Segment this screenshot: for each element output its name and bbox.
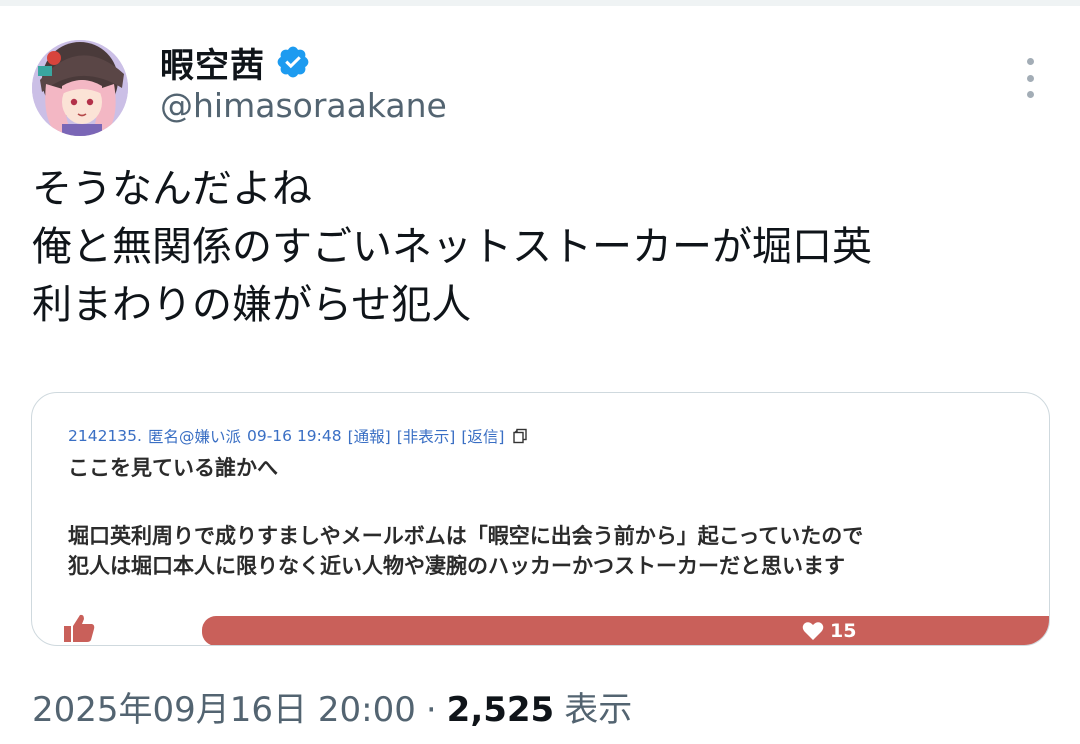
avatar[interactable] xyxy=(32,40,128,136)
post-line-blank xyxy=(68,483,863,521)
post-line: 犯人は堀口本人に限りなく近い人物や凄腕のハッカーかつストーカーだと思います xyxy=(68,554,845,578)
more-dot xyxy=(1026,74,1034,82)
attached-image-card[interactable]: 2142135. 匿名@嫌い派 09-16 19:48 [通報] [非表示] [… xyxy=(31,392,1050,646)
post-id: 2142135. xyxy=(68,427,142,445)
post-line: ここを見ている誰かへ xyxy=(68,456,278,480)
post-body: ここを見ている誰かへ 堀口英利周りで成りすましやメールボムは「暇空に出会う前から… xyxy=(68,453,863,581)
report-link[interactable]: [通報] xyxy=(348,425,391,447)
display-name-text[interactable]: 暇空茜 xyxy=(160,38,265,87)
tweet-line: そうなんだよね xyxy=(32,166,312,212)
more-dot xyxy=(1026,91,1034,98)
thumbs-up-icon[interactable] xyxy=(62,612,96,644)
verified-badge-icon xyxy=(277,46,309,78)
like-rating-bar: 15 xyxy=(202,616,1049,645)
user-handle[interactable]: @himasoraakane xyxy=(160,86,447,125)
tweet-line: 俺と無関係のすごいネットストーカーが堀口英 xyxy=(32,224,872,270)
heart-count-value: 15 xyxy=(830,620,857,642)
post-author: 匿名@嫌い派 xyxy=(147,428,241,446)
tweet-line: 利まわりの嫌がらせ犯人 xyxy=(32,282,472,328)
post-meta: 2142135. 匿名@嫌い派 09-16 19:48 [通報] [非表示] [… xyxy=(68,425,528,447)
top-divider xyxy=(0,0,1080,6)
heart-icon xyxy=(802,622,824,640)
tweet-detail: 暇空茜 @himasoraakane そうなんだよね 俺と無関係のすごいネットス… xyxy=(0,0,1080,744)
tweet-text: そうなんだよね 俺と無関係のすごいネットストーカーが堀口英 利まわりの嫌がらせ犯… xyxy=(32,160,1052,334)
heart-count: 15 xyxy=(802,620,856,642)
avatar-illustration-icon xyxy=(32,40,128,136)
display-name[interactable]: 暇空茜 xyxy=(160,38,311,86)
post-line: 堀口英利周りで成りすましやメールボムは「暇空に出会う前から」起こっていたので xyxy=(68,524,864,548)
more-dot xyxy=(1026,58,1034,65)
copy-icon[interactable] xyxy=(512,428,528,444)
post-datetime: 09-16 19:48 xyxy=(246,427,342,445)
hide-link[interactable]: [非表示] xyxy=(397,425,456,447)
more-options-button[interactable] xyxy=(1018,58,1042,98)
tweet-footer: 2025年09月16日 20:00 · 2,525 表示 xyxy=(32,682,632,731)
timestamp[interactable]: 2025年09月16日 20:00 xyxy=(32,682,416,731)
view-count: 2,525 xyxy=(446,690,555,730)
separator: · xyxy=(425,690,437,730)
reply-link[interactable]: [返信] xyxy=(461,425,504,447)
view-label: 表示 xyxy=(564,690,633,730)
